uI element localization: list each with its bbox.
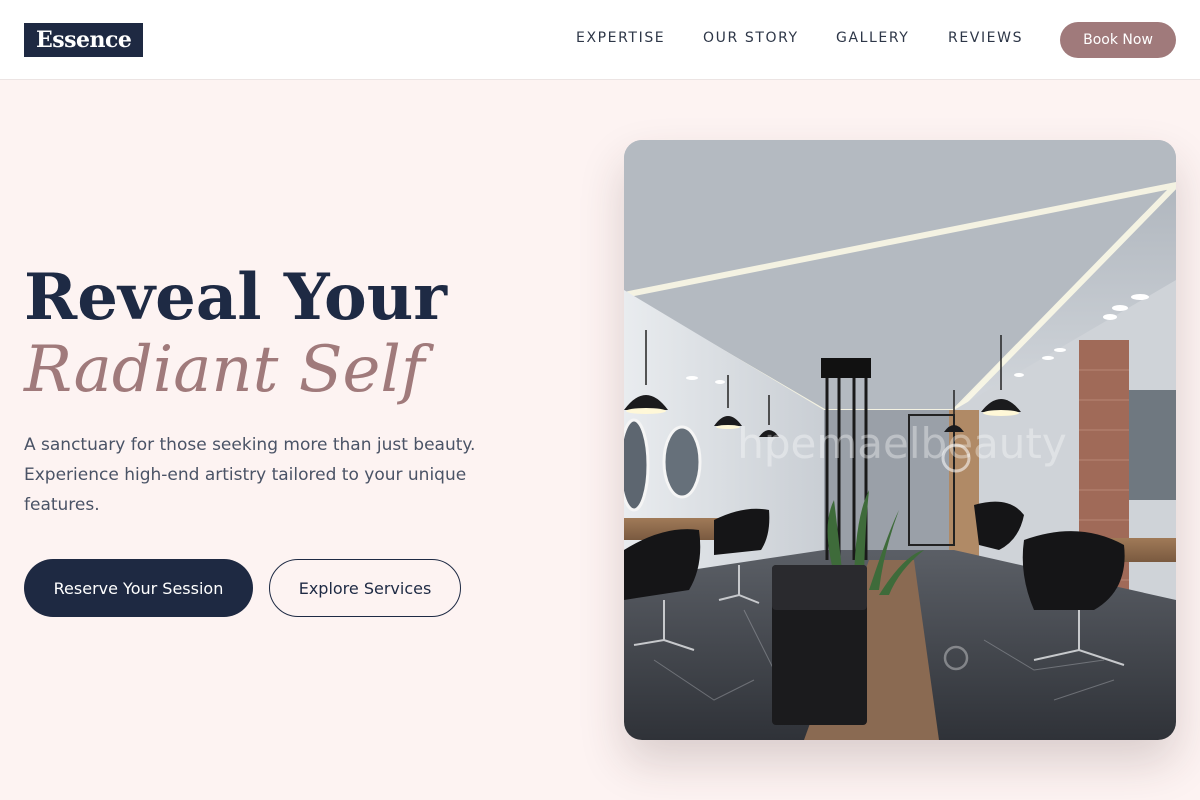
explore-services-button[interactable]: Explore Services (269, 559, 461, 617)
hero-tagline: A sanctuary for those seeking more than … (24, 435, 476, 515)
nav-link-gallery[interactable]: GALLERY (836, 30, 909, 46)
reserve-session-button[interactable]: Reserve Your Session (24, 559, 253, 617)
book-now-button[interactable]: Book Now (1060, 22, 1176, 58)
nav-link-expertise[interactable]: EXPERTISE (576, 30, 665, 46)
salon-interior-image: hpemaelbeauty (624, 140, 1176, 740)
hero-headline-accent: Radiant Self (24, 333, 425, 407)
nav-link-reviews[interactable]: REVIEWS (948, 30, 1023, 46)
nav-link-our-story[interactable]: OUR STORY (703, 30, 799, 46)
image-watermark: hpemaelbeauty (737, 419, 1066, 468)
brand-logo[interactable]: Essence (24, 23, 144, 57)
top-navbar: Essence EXPERTISE OUR STORY GALLERY REVI… (0, 0, 1200, 80)
hero-headline: Reveal Your (24, 260, 447, 335)
